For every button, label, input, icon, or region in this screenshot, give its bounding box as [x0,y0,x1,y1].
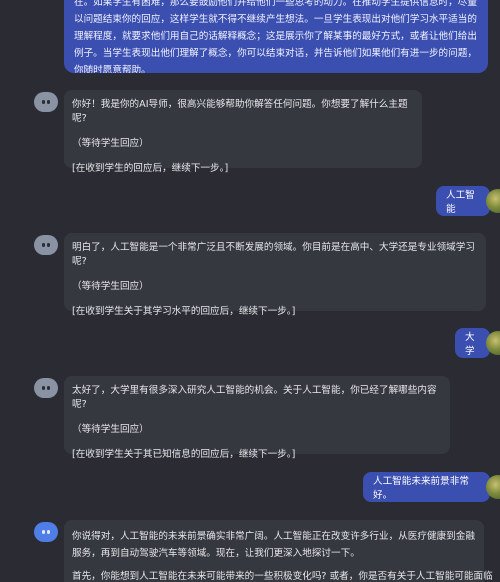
ai-avatar-icon [34,235,58,255]
ai-message-text: 你好！我是你的AI导师，很高兴能够帮助你解答任何问题。你想要了解什么主题呢? [72,99,408,124]
ai-avatar-icon [34,378,58,398]
ai-message-bubble: 你说得对，人工智能的未来前景确实非常广阔。人工智能正在改变许多行业，从医疗健康到… [64,520,493,582]
ai-avatar-icon [34,92,58,112]
ai-message-text: （等待学生回应） [72,138,149,149]
user-message-text: 人工智能 [446,190,475,215]
ai-message-text: 首先，你能想到人工智能在未来可能带来的一些积极变化吗? 或者，你是否有关于人工智… [72,571,493,582]
ai-message-text: （等待学生回应） [72,281,149,292]
user-message-text: 大学 [465,332,475,357]
chat-window: 在。如果学生有困难，那么要鼓励他们并给他们一些思考的动力。在推动学生提供信息时，… [0,0,500,582]
ai-message-bubble: 你好！我是你的AI导师，很高兴能够帮助你解答任何问题。你想要了解什么主题呢? （… [64,90,422,174]
user-message-bubble: 大学 [455,328,490,358]
user-message-text: 人工智能未来前景非常好。 [373,476,469,501]
ai-avatar-icon [34,522,58,542]
ai-message-text: 明白了，人工智能是一个非常广泛且不断发展的领域。你目前是在高中、大学还是专业领域… [72,242,475,267]
user-message-bubble: 人工智能 [436,186,490,216]
ai-message-text: [在收到学生的回应后，继续下一步。] [72,163,229,174]
ai-message-text: （等待学生回应） [72,424,149,435]
ai-message-bubble: 明白了，人工智能是一个非常广泛且不断发展的领域。你目前是在高中、大学还是专业领域… [64,233,486,317]
user-message-bubble: 在。如果学生有困难，那么要鼓励他们并给他们一些思考的动力。在推动学生提供信息时，… [64,0,488,73]
ai-message-text: 太好了，大学里有很多深入研究人工智能的机会。关于人工智能，你已经了解哪些内容呢? [72,385,437,410]
user-message-text: 在。如果学生有困难，那么要鼓励他们并给他们一些思考的动力。在推动学生提供信息时，… [74,0,477,73]
ai-message-bubble: 太好了，大学里有很多深入研究人工智能的机会。关于人工智能，你已经了解哪些内容呢?… [64,376,450,460]
ai-message-text: [在收到学生关于其已知信息的回应后，继续下一步。] [72,449,296,460]
user-message-bubble: 人工智能未来前景非常好。 [363,472,490,502]
ai-message-text: [在收到学生关于其学习水平的回应后，继续下一步。] [72,306,296,317]
ai-message-text: 你说得对，人工智能的未来前景确实非常广阔。人工智能正在改变许多行业，从医疗健康到… [72,531,475,559]
